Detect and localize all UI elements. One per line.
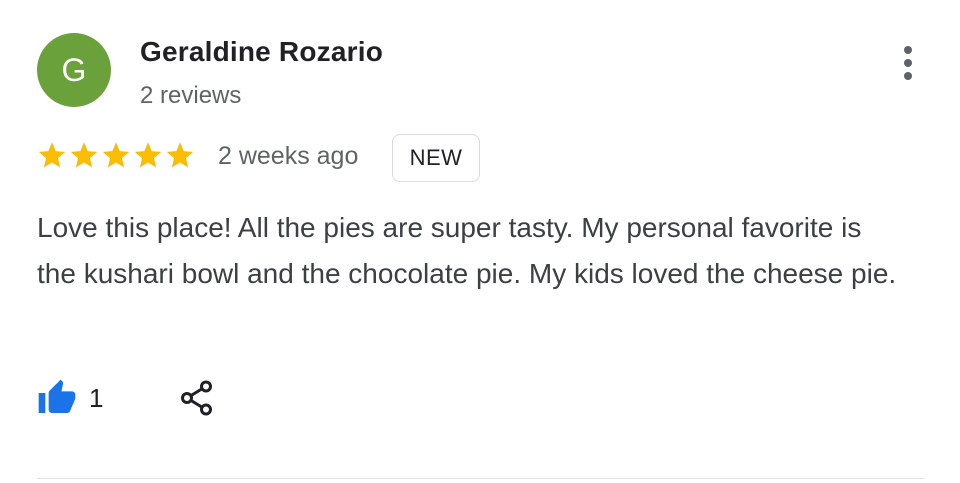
share-button[interactable] xyxy=(177,378,217,418)
review-time: 2 weeks ago xyxy=(218,142,359,170)
more-vert-icon-dot xyxy=(904,72,912,80)
more-vert-icon xyxy=(904,46,912,54)
like-button[interactable]: 1 xyxy=(37,378,103,418)
avatar[interactable]: G xyxy=(37,33,111,107)
star-icon xyxy=(70,142,98,168)
avatar-initial: G xyxy=(61,51,87,88)
more-options-button[interactable] xyxy=(890,42,926,84)
star-icon xyxy=(102,142,130,168)
more-vert-icon-dot xyxy=(904,59,912,67)
star-rating xyxy=(37,137,195,173)
star-icon xyxy=(134,142,162,168)
divider xyxy=(37,478,924,479)
new-badge: NEW xyxy=(392,134,480,182)
like-count: 1 xyxy=(89,382,104,413)
review-text: Love this place! All the pies are super … xyxy=(37,212,897,289)
star-icon xyxy=(166,142,194,168)
thumb-up-icon xyxy=(38,379,76,413)
author-name[interactable]: Geraldine Rozario xyxy=(140,36,383,68)
author-review-count[interactable]: 2 reviews xyxy=(140,82,241,110)
star-icon xyxy=(38,142,66,168)
share-icon xyxy=(181,380,212,416)
